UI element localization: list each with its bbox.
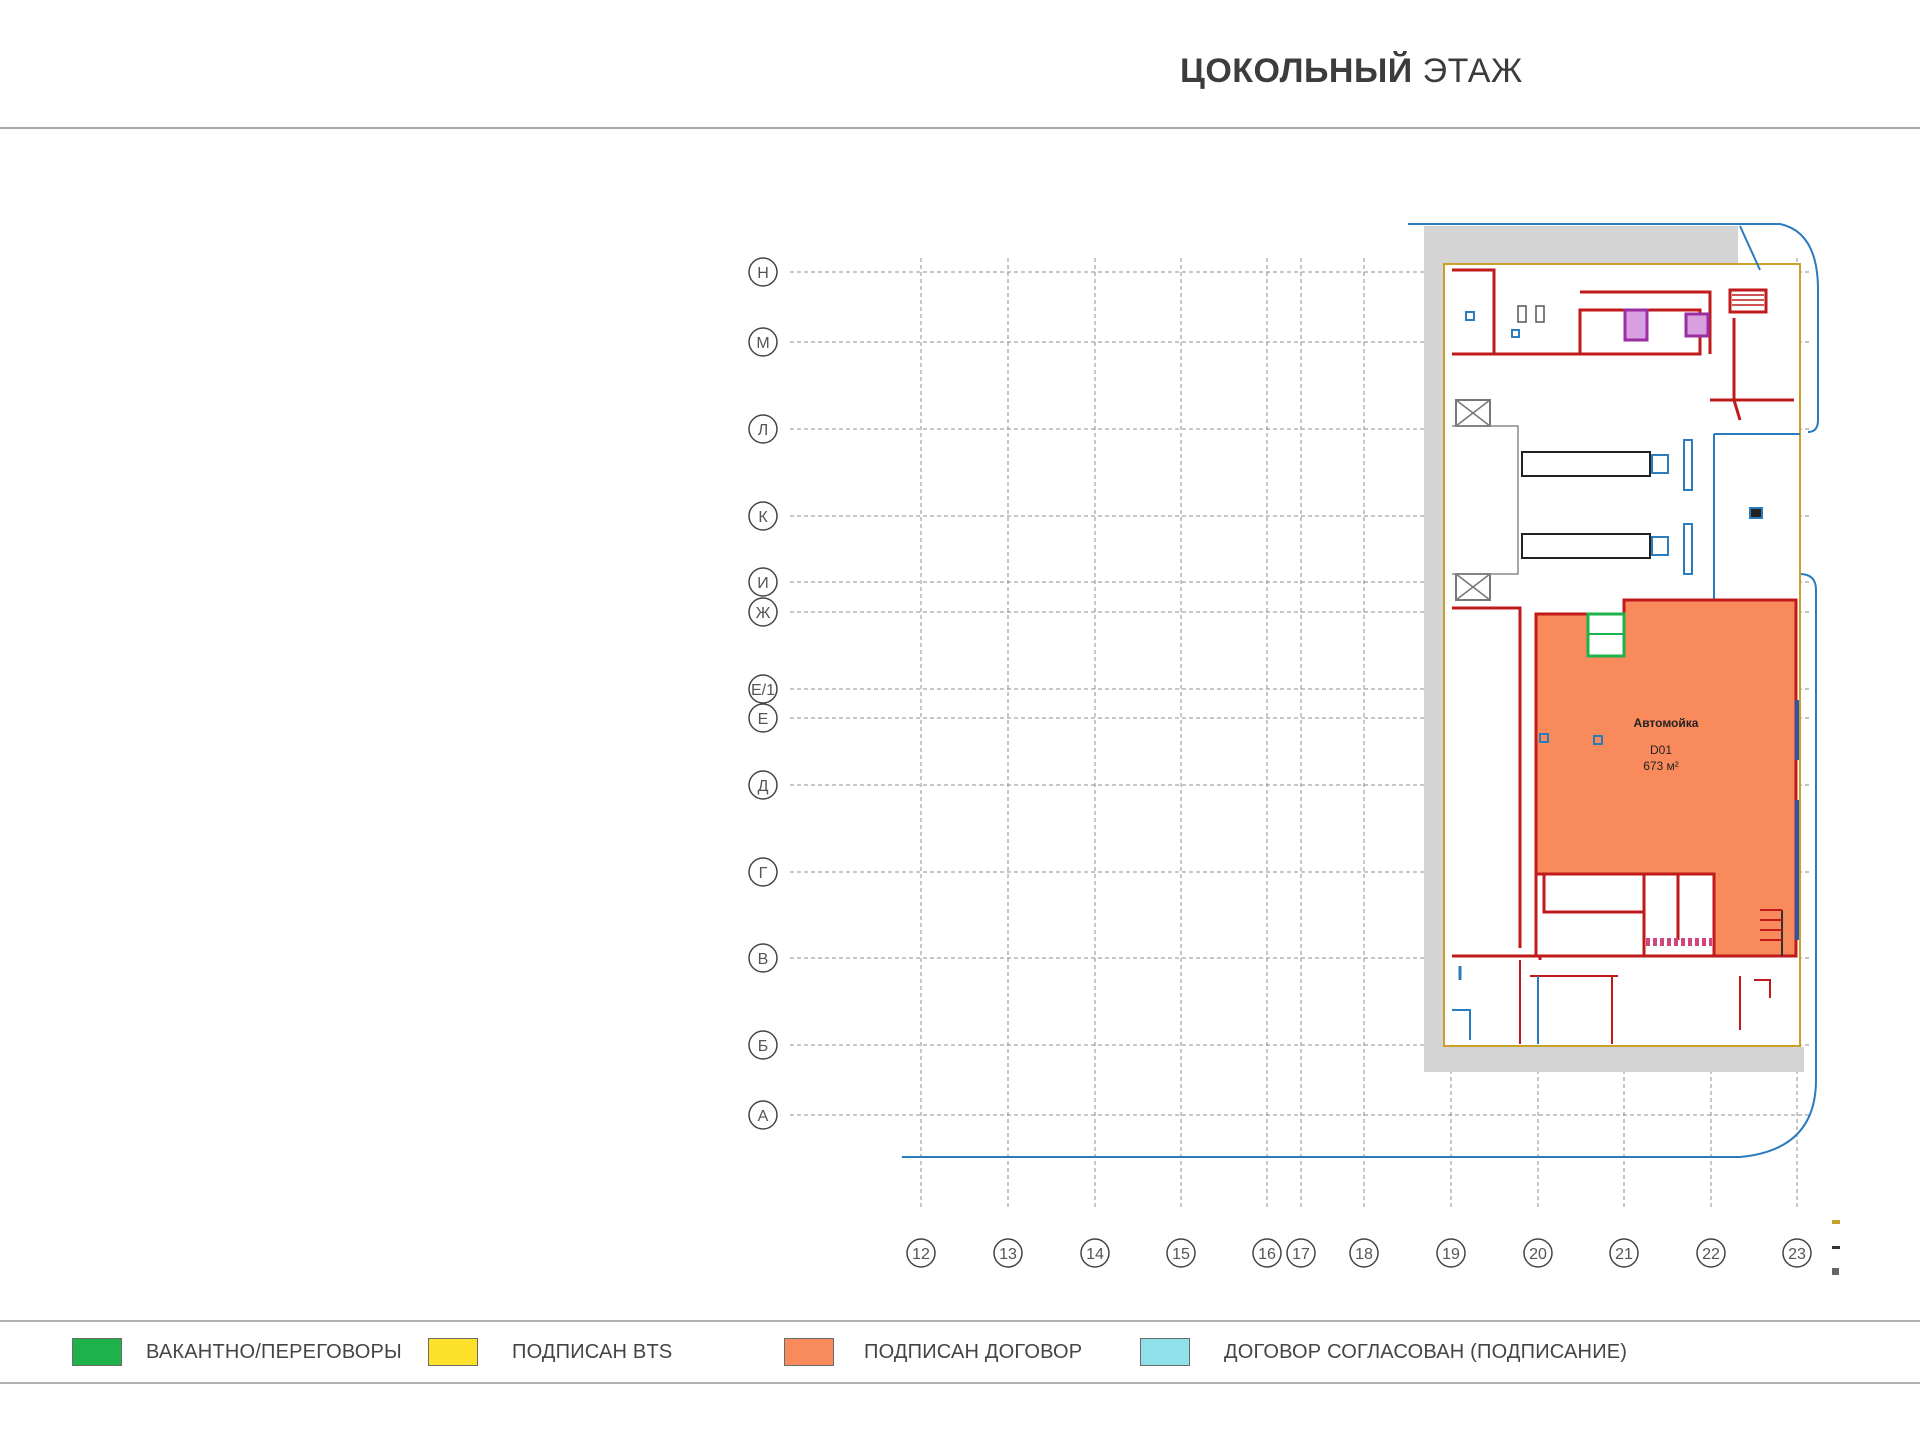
row-axis-labels: Н М Л К ИЖ Е/1 Е Д Г В Б А <box>748 257 778 1130</box>
site-outline <box>902 223 1819 1158</box>
legend-swatch-vacant <box>72 1338 122 1366</box>
column-axis-label: 13 <box>999 1246 1017 1263</box>
row-axis-label: А <box>758 1108 769 1125</box>
row-axis-label: Г <box>759 865 768 882</box>
column-axis-label: 12 <box>912 1246 930 1263</box>
column-axis-label: 14 <box>1086 1246 1104 1263</box>
legend-item-signed: ПОДПИСАН ДОГОВОР <box>784 1332 1082 1372</box>
legend-swatch-bts <box>428 1338 478 1366</box>
unit-area: 673 м² <box>1643 759 1679 773</box>
row-axis-label: Л <box>758 422 769 439</box>
row-axis-label: Е/1 <box>751 682 775 699</box>
unit-code: D01 <box>1650 743 1672 757</box>
legend-item-bts: ПОДПИСАН BTS <box>428 1332 672 1372</box>
legend-label-bts: ПОДПИСАН BTS <box>512 1340 673 1363</box>
column-axis-label: 21 <box>1615 1246 1633 1263</box>
row-axis-label: Ж <box>756 605 771 622</box>
legend-swatch-agreed <box>1140 1338 1190 1366</box>
column-axis-label: 19 <box>1442 1246 1460 1263</box>
legend-label-agreed: ДОГОВОР СОГЛАСОВАН (ПОДПИСАНИЕ) <box>1224 1340 1628 1363</box>
column-axis-label: 17 <box>1292 1246 1310 1263</box>
legend-swatch-signed <box>784 1338 834 1366</box>
row-axis-label: Е <box>758 711 769 728</box>
legend: ВАКАНТНО/ПЕРЕГОВОРЫ ПОДПИСАН BTS ПОДПИСА… <box>0 1320 1920 1384</box>
column-axis-label: 18 <box>1355 1246 1373 1263</box>
row-axis-label: В <box>758 951 769 968</box>
row-axis-label: М <box>756 335 769 352</box>
row-axis-label: К <box>758 509 768 526</box>
column-axis-label: 16 <box>1258 1246 1276 1263</box>
column-axis-label: 20 <box>1529 1246 1547 1263</box>
column-axis-labels: 12 13 14 15 16 17 18 19 20 21 22 23 <box>906 1238 1812 1268</box>
floor-plan-svg: Н М Л К ИЖ Е/1 Е Д Г В Б А 12 13 14 15 16 17 18 19 20 21 22 23… <box>748 223 1840 1275</box>
row-axis-label: И <box>757 575 769 592</box>
row-axis-label: Б <box>758 1038 769 1055</box>
legend-label-signed: ПОДПИСАН ДОГОВОР <box>864 1340 1083 1363</box>
row-axis-label: Д <box>758 778 769 795</box>
legend-label-vacant: ВАКАНТНО/ПЕРЕГОВОРЫ <box>146 1340 402 1363</box>
column-axis-label: 15 <box>1172 1246 1190 1263</box>
column-axis-label: 22 <box>1702 1246 1720 1263</box>
floor-plan: Н М Л К И Ж Е/1 Е Д Г В Б А 12 13 14 15 16 17 18 19 20 21 22 23… <box>0 0 1920 1300</box>
column-axis-label: 23 <box>1788 1246 1806 1263</box>
legend-item-agreed: ДОГОВОР СОГЛАСОВАН (ПОДПИСАНИЕ) <box>1140 1332 1627 1372</box>
unit-name: Автомойка <box>1634 716 1699 730</box>
legend-item-vacant: ВАКАНТНО/ПЕРЕГОВОРЫ <box>72 1332 402 1372</box>
row-axis-label: Н <box>757 265 769 282</box>
side-markers <box>1832 1220 1840 1275</box>
